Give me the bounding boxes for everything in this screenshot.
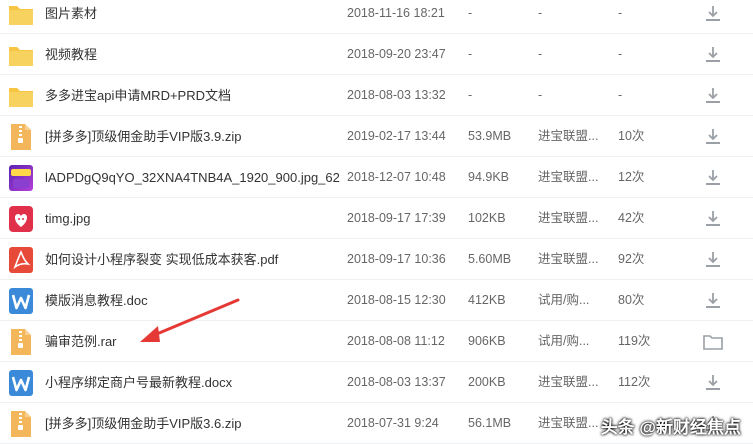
file-size: - (468, 6, 473, 20)
folder-icon (8, 41, 34, 69)
file-size: 906KB (468, 334, 506, 348)
file-date: 2018-09-17 10:36 (347, 252, 446, 266)
folder-icon (8, 0, 34, 28)
zip-icon (8, 123, 34, 151)
file-name[interactable]: [拼多多]顶级佣金助手VIP版3.6.zip (45, 404, 340, 443)
file-row[interactable]: timg.jpg 2018-09-17 17:39 102KB 进宝联盟... 42次 (0, 199, 753, 239)
zip-icon (8, 328, 34, 356)
file-source: 进宝联盟... (538, 375, 599, 389)
file-name[interactable]: 如何设计小程序裂变 实现低成本获客.pdf (45, 240, 340, 279)
file-size: 53.9MB (468, 129, 512, 143)
download-count: 92次 (618, 252, 645, 266)
file-row[interactable]: 模版消息教程.doc 2018-08-15 12:30 412KB 试用/购... 80… (0, 281, 753, 321)
download-icon (702, 6, 724, 28)
file-date: 2018-08-08 11:12 (347, 334, 445, 348)
download-button[interactable] (702, 209, 724, 229)
folder-outline-icon (702, 335, 724, 356)
file-size: 5.60MB (468, 252, 512, 266)
file-source: - (538, 6, 543, 20)
file-size: - (468, 47, 473, 61)
image-thumbnail-icon (8, 164, 34, 192)
download-button[interactable] (702, 250, 724, 270)
file-date: 2018-07-31 9:24 (347, 416, 439, 430)
file-source: 进宝联盟... (538, 170, 599, 184)
download-count: - (618, 6, 623, 20)
download-count: 112次 (618, 375, 651, 389)
download-icon (702, 170, 724, 192)
download-icon (702, 252, 724, 274)
file-size: 200KB (468, 375, 506, 389)
file-source: 试用/购... (538, 293, 590, 307)
folder-icon (8, 82, 34, 110)
word-doc-icon (8, 287, 34, 315)
file-name[interactable]: 视频教程 (45, 35, 340, 74)
file-row[interactable]: 骗审范例.rar 2018-08-08 11:12 906KB 试用/购... 119次 (0, 322, 753, 362)
file-date: 2018-08-03 13:32 (347, 88, 446, 102)
download-icon (702, 88, 724, 110)
file-size: 94.9KB (468, 170, 510, 184)
word-doc-icon (8, 369, 34, 397)
download-button[interactable] (702, 4, 724, 24)
file-list: 图片素材 2018-11-16 18:21 - - - 视频教程 2018-09-20 23… (0, 0, 753, 444)
file-name[interactable]: lADPDgQ9qYO_32XNA4TNB4A_1920_900.jpg_62.… (45, 158, 340, 197)
file-source: - (538, 88, 543, 102)
download-icon (702, 375, 724, 397)
download-count: 80次 (618, 293, 645, 307)
file-source: 进宝联盟... (538, 252, 599, 266)
file-size: 102KB (468, 211, 506, 225)
download-button[interactable] (702, 45, 724, 65)
file-row[interactable]: 视频教程 2018-09-20 23:47 - - - (0, 35, 753, 75)
file-row[interactable]: 图片素材 2018-11-16 18:21 - - - (0, 0, 753, 34)
file-date: 2018-08-03 13:37 (347, 375, 446, 389)
download-count: 10次 (618, 129, 645, 143)
file-row[interactable]: 如何设计小程序裂变 实现低成本获客.pdf 2018-09-17 10:36 5.6… (0, 240, 753, 280)
file-row[interactable]: [拼多多]顶级佣金助手VIP版3.9.zip 2019-02-17 13:44 53… (0, 117, 753, 157)
pdf-icon (8, 246, 34, 274)
file-date: 2018-08-15 12:30 (347, 293, 446, 307)
download-count: 42次 (618, 211, 645, 225)
file-source: 进宝联盟... (538, 211, 599, 225)
pinduoduo-logo-icon (8, 205, 34, 233)
file-source: 进宝联盟... (538, 129, 599, 143)
download-count: 12次 (618, 170, 645, 184)
file-size: 56.1MB (468, 416, 512, 430)
file-source: - (538, 47, 543, 61)
file-name[interactable]: timg.jpg (45, 199, 340, 238)
download-count: - (618, 47, 623, 61)
download-icon (702, 47, 724, 69)
download-button[interactable] (702, 127, 724, 147)
file-row[interactable]: 多多进宝api申请MRD+PRD文档 2018-08-03 13:32 - - - (0, 76, 753, 116)
file-date: 2018-09-17 17:39 (347, 211, 446, 225)
open-folder-button[interactable] (702, 332, 724, 352)
file-name[interactable]: 模版消息教程.doc (45, 281, 340, 320)
download-count: - (618, 88, 623, 102)
file-size: - (468, 88, 473, 102)
file-row[interactable]: 小程序绑定商户号最新教程.docx 2018-08-03 13:37 200KB 进宝… (0, 363, 753, 403)
file-row[interactable]: lADPDgQ9qYO_32XNA4TNB4A_1920_900.jpg_62.… (0, 158, 753, 198)
download-count: 119次 (618, 334, 651, 348)
watermark: 头条 @新财经焦点 (600, 418, 741, 437)
download-button[interactable] (702, 291, 724, 311)
download-icon (702, 129, 724, 151)
file-date: 2018-12-07 10:48 (347, 170, 446, 184)
file-name[interactable]: 骗审范例.rar (45, 322, 340, 361)
download-button[interactable] (702, 373, 724, 393)
file-name[interactable]: [拼多多]顶级佣金助手VIP版3.9.zip (45, 117, 340, 156)
file-name[interactable]: 图片素材 (45, 0, 340, 33)
file-date: 2018-11-16 18:21 (347, 6, 445, 20)
file-date: 2018-09-20 23:47 (347, 47, 446, 61)
download-button[interactable] (702, 168, 724, 188)
file-source: 试用/购... (538, 334, 590, 348)
file-name[interactable]: 多多进宝api申请MRD+PRD文档 (45, 76, 340, 115)
download-icon (702, 293, 724, 315)
file-date: 2019-02-17 13:44 (347, 129, 446, 143)
download-icon (702, 211, 724, 233)
download-button[interactable] (702, 86, 724, 106)
zip-icon (8, 410, 34, 438)
file-source: 进宝联盟... (538, 416, 599, 430)
file-name[interactable]: 小程序绑定商户号最新教程.docx (45, 363, 340, 402)
file-size: 412KB (468, 293, 506, 307)
